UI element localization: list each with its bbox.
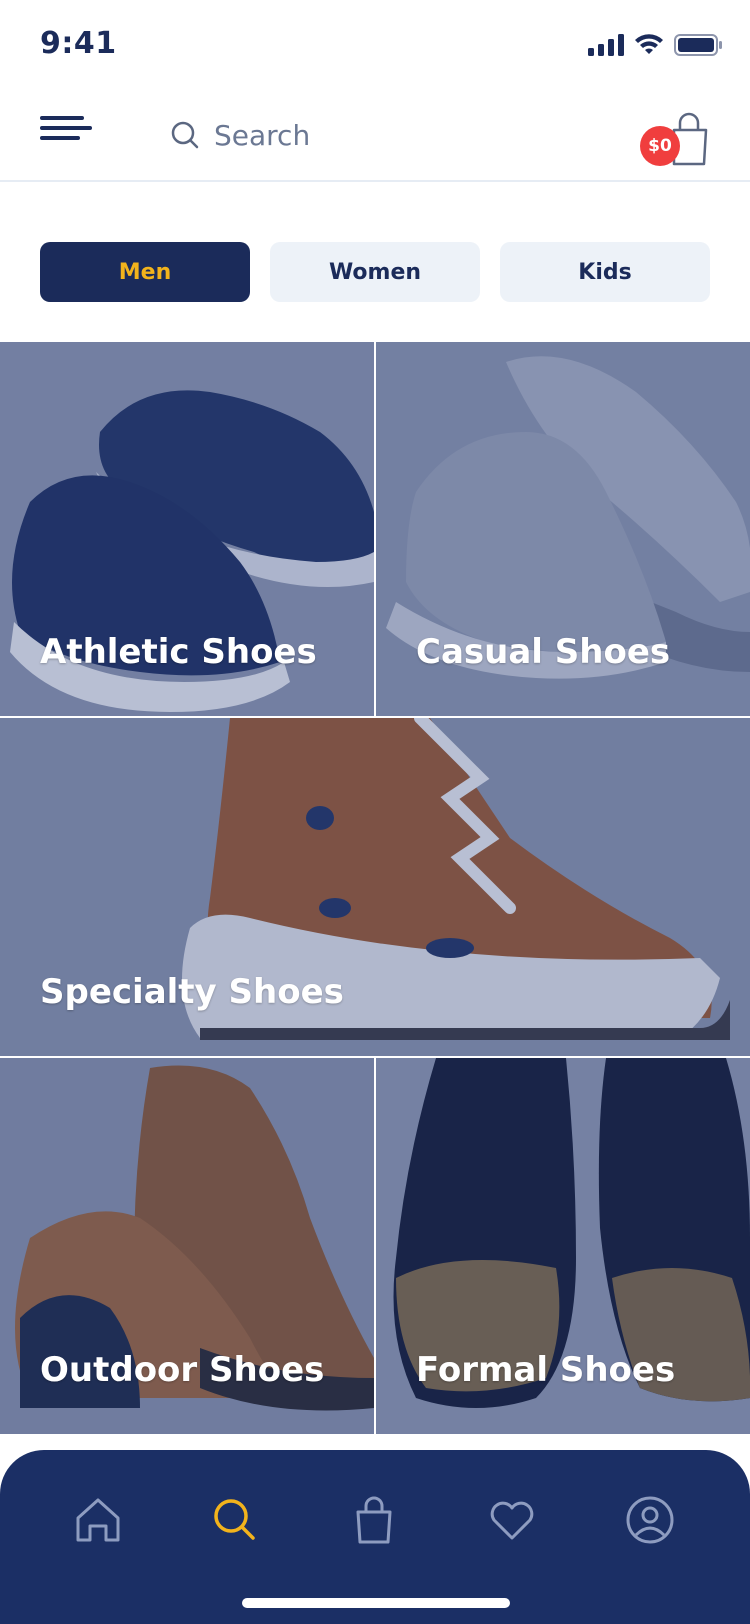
gender-tabs: Men Women Kids (40, 242, 710, 302)
nav-profile[interactable] (620, 1490, 680, 1550)
nav-bag[interactable] (344, 1490, 404, 1550)
category-tile-athletic[interactable]: Athletic Shoes (0, 342, 374, 716)
category-tile-casual[interactable]: Casual Shoes (376, 342, 750, 716)
tab-women[interactable]: Women (270, 242, 480, 302)
category-label: Outdoor Shoes (40, 1350, 325, 1390)
wifi-icon (635, 34, 663, 54)
category-label: Athletic Shoes (40, 632, 317, 672)
status-icons (588, 34, 722, 56)
search-icon (171, 121, 199, 149)
nav-favorites[interactable] (482, 1490, 542, 1550)
nav-search[interactable] (205, 1490, 265, 1550)
bag-icon (356, 1496, 392, 1544)
nav-home[interactable] (68, 1490, 128, 1550)
category-grid: Athletic Shoes Casual Shoes Specialty Sh… (0, 342, 750, 1434)
category-label: Formal Shoes (416, 1350, 676, 1390)
search-icon (214, 1499, 255, 1540)
menu-line (40, 136, 80, 140)
status-bar: 9:41 (0, 0, 750, 90)
menu-line (40, 126, 92, 130)
profile-icon (626, 1496, 674, 1544)
app-header: Search $0 (0, 90, 750, 182)
status-time: 9:41 (40, 26, 117, 61)
category-label: Specialty Shoes (40, 972, 344, 1012)
cart-button[interactable]: $0 (640, 106, 708, 170)
category-tile-outdoor[interactable]: Outdoor Shoes (0, 1058, 374, 1434)
heart-icon (490, 1501, 534, 1540)
home-indicator[interactable] (242, 1598, 510, 1608)
menu-button[interactable] (40, 116, 92, 146)
battery-icon (674, 34, 722, 56)
home-icon (76, 1498, 120, 1542)
menu-line (40, 116, 84, 120)
cart-badge: $0 (640, 126, 680, 166)
tab-kids[interactable]: Kids (500, 242, 710, 302)
category-label: Casual Shoes (416, 632, 671, 672)
signal-icon (588, 34, 624, 56)
search-input[interactable]: Search (214, 119, 310, 152)
category-tile-specialty[interactable]: Specialty Shoes (0, 718, 750, 1056)
category-tile-formal[interactable]: Formal Shoes (376, 1058, 750, 1434)
tab-men[interactable]: Men (40, 242, 250, 302)
search-bar[interactable]: Search (170, 110, 310, 160)
